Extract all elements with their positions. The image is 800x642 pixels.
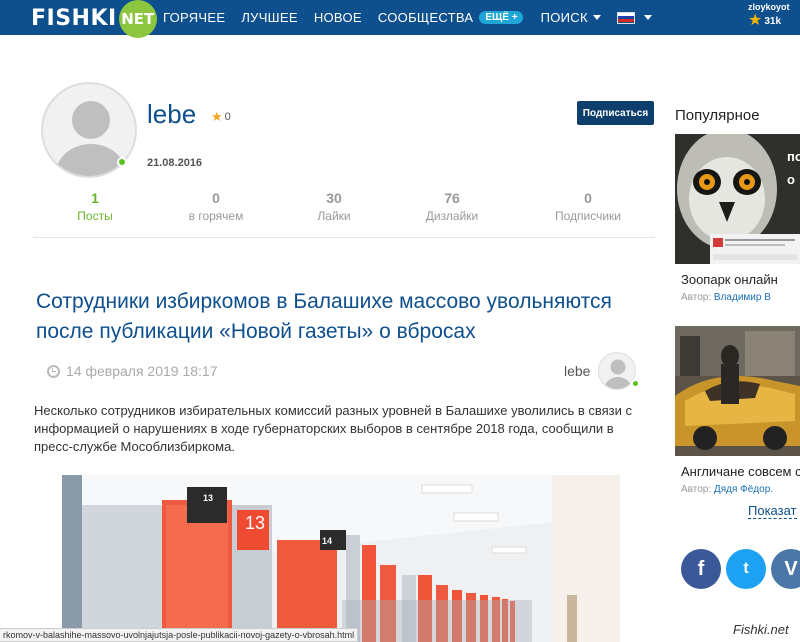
popular-card-image-gold-car[interactable]: [675, 326, 800, 456]
popular-card-image-lemur[interactable]: по о: [675, 134, 800, 264]
booth-number: 13: [203, 493, 214, 503]
site-logo[interactable]: FISHKI NET: [31, 0, 157, 38]
user-rating: ★ 31k: [748, 12, 798, 29]
popular-card-title[interactable]: Зоопарк онлайн: [681, 272, 778, 287]
vk-icon[interactable]: V: [771, 549, 800, 589]
stat-posts[interactable]: 1 Посты: [63, 190, 127, 223]
popular-card-title[interactable]: Англичане совсем с: [681, 464, 800, 479]
online-indicator: [117, 157, 127, 167]
author-link[interactable]: Дядя Фёдор.: [714, 484, 773, 495]
stat-label: Лайки: [317, 209, 351, 223]
author-prefix: Автор:: [681, 484, 712, 495]
gold-car-photo: [675, 326, 800, 456]
twitter-icon[interactable]: t: [726, 549, 766, 589]
user-rating-count: 31k: [764, 15, 782, 27]
show-more-link[interactable]: Показат: [748, 503, 797, 519]
nav-best[interactable]: ЛУЧШЕЕ: [241, 10, 298, 25]
profile-rating-value: 0: [224, 111, 231, 123]
profile-stats: 1 Посты 0 в горячем 30 Лайки 76 Дизлайки…: [33, 190, 655, 238]
author-link[interactable]: Владимир В: [714, 292, 771, 303]
subscribe-button[interactable]: Подписаться: [577, 101, 654, 125]
sidebar-title: Популярное: [675, 107, 760, 124]
chevron-down-icon: [592, 15, 601, 20]
nav-search[interactable]: ПОИСК: [541, 10, 601, 25]
svg-text:по: по: [787, 149, 800, 164]
stat-label: Дизлайки: [425, 209, 479, 223]
author-prefix: Автор:: [681, 292, 712, 303]
stat-likes[interactable]: 30 Лайки: [303, 190, 365, 223]
popular-card-author: Автор: Владимир В: [681, 292, 771, 303]
search-label: ПОИСК: [540, 10, 588, 25]
profile-username: lebe: [147, 99, 197, 129]
stat-label: в горячем: [188, 209, 244, 223]
post-date-text: 14 февраля 2019 18:17: [66, 363, 218, 379]
stat-value: 0: [584, 190, 592, 206]
russia-flag-icon: [616, 11, 635, 24]
stat-hot[interactable]: 0 в горячем: [176, 190, 256, 223]
watermark: Fishki.net: [733, 622, 789, 637]
booth-number: 14: [322, 536, 333, 546]
status-bar-url: rkomov-v-balashihe-massovo-uvolnjajutsja…: [0, 628, 359, 642]
post-image-polling-station: 13 13 14: [62, 475, 620, 642]
stat-dislikes[interactable]: 76 Дизлайки: [414, 190, 490, 223]
nav-new[interactable]: НОВОЕ: [314, 10, 362, 25]
star-icon: ★: [748, 12, 763, 29]
stat-value: 0: [212, 190, 220, 206]
chevron-down-icon: [643, 15, 652, 20]
nav-hot[interactable]: ГОРЯЧЕЕ: [163, 10, 225, 25]
clock-icon: [47, 364, 60, 378]
logo-badge: NET: [118, 0, 157, 38]
booth-number: 13: [245, 513, 266, 533]
top-navbar: FISHKI NET ГОРЯЧЕЕ ЛУЧШЕЕ НОВОЕ СООБЩЕСТ…: [0, 0, 800, 38]
post-date: 14 февраля 2019 18:17: [47, 363, 217, 379]
more-badge[interactable]: ЕЩЁ +: [479, 11, 523, 24]
stat-subscribers[interactable]: 0 Подписчики: [544, 190, 632, 223]
profile-rating: ★ 0: [211, 109, 231, 125]
facebook-icon[interactable]: f: [681, 549, 721, 589]
online-indicator: [631, 379, 640, 388]
main-nav: ГОРЯЧЕЕ ЛУЧШЕЕ НОВОЕ СООБЩЕСТВА ЕЩЁ + ПО…: [163, 0, 668, 35]
user-name: zloykoyot: [748, 2, 790, 12]
stat-label: Посты: [77, 209, 113, 223]
lemur-photo: по о: [675, 134, 800, 264]
post-text: Несколько сотрудников избирательных коми…: [34, 403, 633, 454]
post-author[interactable]: lebe: [564, 363, 590, 379]
stat-value: 1: [91, 190, 99, 206]
logo-text: FISHKI: [31, 5, 117, 31]
user-menu[interactable]: zloykoyot ★ 31k: [748, 2, 798, 32]
post-title[interactable]: Сотрудники избиркомов в Балашихе массово…: [36, 287, 666, 347]
stat-label: Подписчики: [554, 209, 621, 223]
polling-station-photo: [62, 475, 620, 642]
popular-card-author: Автор: Дядя Фёдор.: [681, 484, 773, 495]
stat-value: 30: [326, 190, 342, 206]
star-icon: ★: [211, 109, 223, 124]
language-selector[interactable]: [616, 11, 652, 24]
svg-text:о: о: [787, 172, 795, 187]
nav-communities[interactable]: СООБЩЕСТВА: [378, 10, 474, 25]
stat-value: 76: [444, 190, 460, 206]
registration-date: 21.08.2016: [147, 157, 203, 169]
